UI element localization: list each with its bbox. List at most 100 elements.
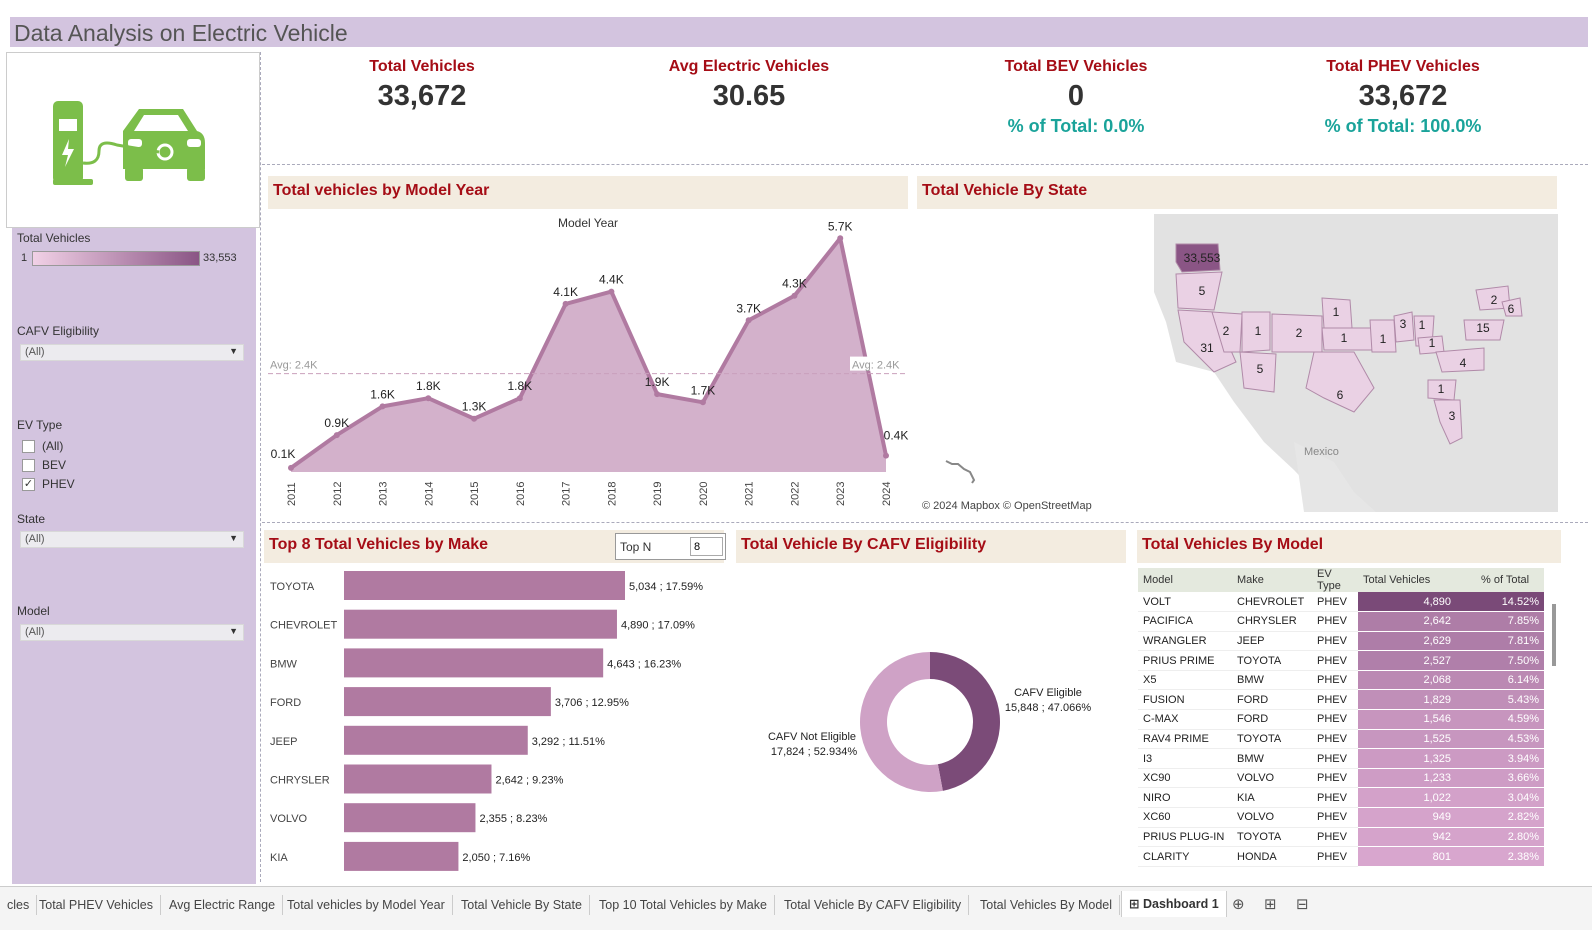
table-header[interactable]: Model (1138, 568, 1232, 592)
table-cell: BMW (1232, 748, 1312, 769)
table-cell: CHEVROLET (1232, 592, 1312, 613)
donut-slice[interactable] (930, 652, 1000, 791)
table-row[interactable]: XC60 VOLVO PHEV 949 2.82% (1138, 807, 1544, 828)
table-row[interactable]: I3 BMW PHEV 1,325 3.94% (1138, 748, 1544, 769)
table-cell: 4,890 (1358, 592, 1456, 613)
data-point[interactable] (745, 317, 752, 324)
tab-cafv[interactable]: Total Vehicle By CAFV Eligibility (777, 895, 970, 915)
cafv-filter-dropdown[interactable]: (All) ▼ (20, 344, 244, 361)
bar[interactable] (344, 803, 476, 833)
bar[interactable] (344, 687, 551, 717)
state-value-label: 2 (1491, 293, 1498, 307)
checkmark-icon[interactable]: ✓ (22, 477, 35, 491)
table-cell: 3.94% (1456, 748, 1544, 769)
new-story-icon[interactable]: ⊟ (1296, 895, 1309, 913)
bar[interactable] (344, 648, 604, 678)
table-row[interactable]: RAV4 PRIME TOYOTA PHEV 1,525 4.53% (1138, 729, 1544, 750)
table-row[interactable]: C-MAX FORD PHEV 1,546 4.59% (1138, 709, 1544, 730)
table-row[interactable]: PRIUS PRIME TOYOTA PHEV 2,527 7.50% (1138, 650, 1544, 671)
table-row[interactable]: FUSION FORD PHEV 1,829 5.43% (1138, 689, 1544, 711)
model-filter-dropdown[interactable]: (All) ▼ (20, 624, 244, 641)
tab-total-phev[interactable]: Total PHEV Vehicles (32, 895, 161, 915)
legend-title: Total Vehicles (17, 231, 91, 245)
bar-category-label: CHEVROLET (270, 620, 338, 632)
data-point[interactable] (288, 464, 294, 471)
table-header[interactable]: Make (1232, 568, 1312, 592)
data-point[interactable] (654, 391, 661, 398)
table-row[interactable]: PRIUS PLUG-IN TOYOTA PHEV 942 2.80% (1138, 827, 1544, 848)
data-point[interactable] (837, 235, 844, 242)
data-point[interactable] (699, 399, 706, 406)
table-cell: 1,546 (1358, 709, 1456, 730)
table-header[interactable]: EV Type (1312, 568, 1358, 592)
ev-type-option-phev[interactable]: ✓ PHEV (22, 477, 75, 491)
table-cell: 2.38% (1456, 846, 1544, 867)
x-tick-label: 2014 (423, 482, 435, 506)
bar-category-label: VOLVO (270, 813, 308, 825)
data-point[interactable] (883, 452, 889, 459)
table-cell: 1,022 (1358, 787, 1456, 809)
data-point[interactable] (562, 300, 569, 307)
bar-value-label: 5,034 ; 17.59% (629, 581, 703, 593)
tab-model[interactable]: Total Vehicles By Model (973, 895, 1121, 915)
state-map: 33,5535312 15211613 114131526 Mexico © 202… (914, 212, 1560, 518)
table-header[interactable]: Total Vehicles (1358, 568, 1456, 592)
tab-state[interactable]: Total Vehicle By State (454, 895, 590, 915)
table-cell: PHEV (1312, 709, 1358, 730)
bar-value-label: 4,643 ; 16.23% (607, 658, 681, 670)
table-cell: CHRYSLER (1232, 611, 1312, 632)
table-cell: PRIUS PRIME (1138, 650, 1232, 671)
data-point[interactable] (791, 292, 798, 299)
table-row[interactable]: XC90 VOLVO PHEV 1,233 3.66% (1138, 768, 1544, 789)
ev-type-option-label: PHEV (42, 477, 75, 491)
table-cell: 2,629 (1358, 631, 1456, 652)
data-point[interactable] (333, 432, 340, 439)
table-row[interactable]: VOLT CHEVROLET PHEV 4,890 14.52% (1138, 592, 1544, 613)
bar[interactable] (344, 571, 625, 600)
new-dashboard-icon[interactable]: ⊞ (1264, 895, 1277, 913)
scrollbar[interactable] (1552, 604, 1556, 666)
data-point[interactable] (425, 395, 432, 402)
table-header[interactable]: % of Total (1456, 568, 1544, 592)
tab-dashboard-1[interactable]: ⊞ Dashboard 1 (1121, 891, 1227, 917)
table-row[interactable]: PACIFICA CHRYSLER PHEV 2,642 7.85% (1138, 611, 1544, 632)
chevron-down-icon: ▼ (229, 533, 238, 543)
ev-type-option-all[interactable]: (All) (22, 439, 63, 453)
table-cell: 7.85% (1456, 611, 1544, 632)
data-point[interactable] (608, 288, 615, 295)
table-row[interactable]: CLARITY HONDA PHEV 801 2.38% (1138, 846, 1544, 867)
state-filter-dropdown[interactable]: (All) ▼ (20, 531, 244, 548)
checkbox-icon[interactable] (22, 439, 35, 453)
panel-title-cafv: Total Vehicle By CAFV Eligibility (736, 530, 1126, 563)
topn-input[interactable] (690, 537, 723, 556)
data-point[interactable] (379, 403, 386, 410)
tab-top-make[interactable]: Top 10 Total Vehicles by Make (592, 895, 775, 915)
data-point[interactable] (471, 415, 478, 422)
bar-value-label: 4,890 ; 17.09% (621, 620, 695, 632)
bar[interactable] (344, 725, 528, 755)
table-cell: 1,525 (1358, 729, 1456, 750)
table-row[interactable]: WRANGLER JEEP PHEV 2,629 7.81% (1138, 631, 1544, 652)
sheet-tab-bar: cles Total PHEV Vehicles Avg Electric Ra… (0, 886, 1592, 930)
table-row[interactable]: NIRO KIA PHEV 1,022 3.04% (1138, 787, 1544, 809)
ev-type-option-label: (All) (42, 439, 64, 453)
kpi-percent: % of Total: 100.0% (1324, 116, 1482, 136)
ev-logo (6, 52, 260, 228)
state-value-label: 4 (1460, 356, 1467, 370)
new-sheet-icon[interactable]: ⊕ (1232, 895, 1245, 913)
bar[interactable] (344, 841, 459, 871)
bar[interactable] (344, 609, 617, 639)
data-point[interactable] (516, 395, 523, 402)
state-value-label: 15 (1476, 321, 1490, 335)
table-row[interactable]: X5 BMW PHEV 2,068 6.14% (1138, 670, 1544, 691)
dashboard-icon: ⊞ (1129, 897, 1140, 911)
state-shape[interactable] (1321, 327, 1375, 351)
bar[interactable] (344, 764, 492, 794)
ev-type-option-bev[interactable]: BEV (22, 458, 66, 472)
table-cell: PHEV (1312, 787, 1358, 809)
tab-model-year[interactable]: Total vehicles by Model Year (280, 895, 453, 915)
ev-charging-icon (53, 101, 205, 185)
checkbox-icon[interactable] (22, 458, 35, 472)
bar-category-label: JEEP (270, 736, 298, 748)
tab-avg-range[interactable]: Avg Electric Range (162, 895, 284, 915)
